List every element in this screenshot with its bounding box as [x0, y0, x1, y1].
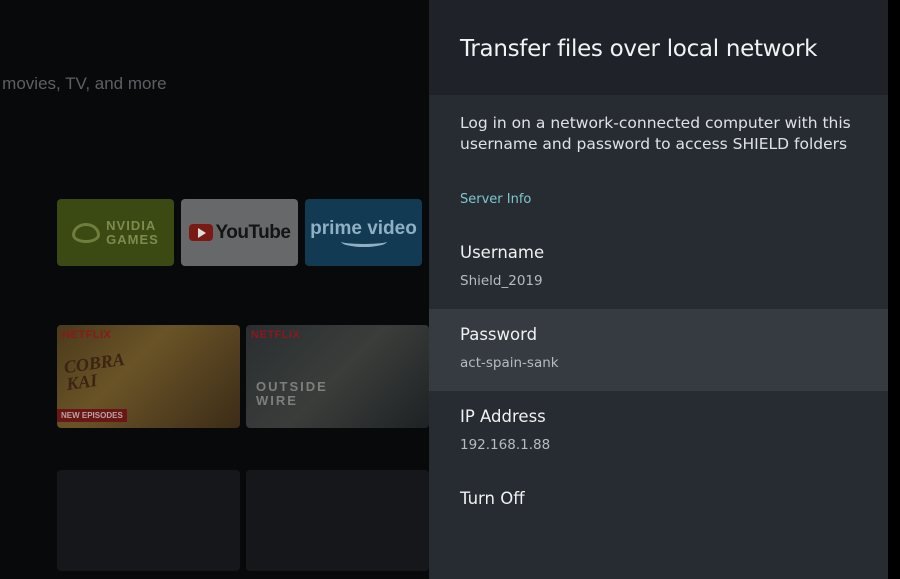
nvidia-logo-icon: [72, 222, 101, 243]
panel-description: Log in on a network-connected computer w…: [460, 114, 851, 153]
placeholder-tile[interactable]: [57, 470, 240, 571]
transfer-files-panel: Transfer files over local network Log in…: [429, 0, 888, 579]
panel-title: Transfer files over local network: [460, 36, 818, 62]
nvidia-logo-text: NVIDIA GAMES: [106, 217, 159, 247]
password-row[interactable]: Password act-spain-sank: [429, 309, 888, 391]
section-label-server-info: Server Info: [460, 192, 532, 207]
username-label: Username: [460, 243, 545, 262]
ip-address-label: IP Address: [460, 407, 546, 426]
youtube-logo-text: YouTube: [215, 221, 291, 243]
username-row[interactable]: Username Shield_2019: [429, 227, 888, 309]
netflix-badge: NETFLIX: [251, 329, 301, 341]
home-tagline: n movies, TV, and more: [0, 74, 167, 93]
app-tile-nvidia-games[interactable]: NVIDIA GAMES: [57, 199, 174, 266]
app-tile-youtube[interactable]: YouTube: [181, 199, 298, 266]
password-label: Password: [460, 325, 538, 344]
ip-address-row[interactable]: IP Address 192.168.1.88: [429, 391, 888, 473]
placeholder-tile[interactable]: [246, 470, 429, 571]
ip-address-value: 192.168.1.88: [460, 437, 551, 453]
panel-header: Transfer files over local network: [429, 0, 888, 95]
show-title-cobra-kai: COBRA KAI: [62, 348, 126, 395]
username-value: Shield_2019: [460, 273, 543, 289]
youtube-play-icon: [188, 224, 213, 241]
show-tile-cobra-kai[interactable]: NETFLIX COBRA KAI NEW EPISODES: [57, 325, 240, 428]
new-episodes-badge: NEW EPISODES: [57, 409, 127, 422]
netflix-badge: NETFLIX: [62, 329, 112, 341]
turn-off-label: Turn Off: [460, 489, 525, 508]
turn-off-row[interactable]: Turn Off: [429, 473, 888, 555]
password-value: act-spain-sank: [460, 355, 559, 371]
screen-edge: [888, 0, 900, 579]
show-title-outside-wire: OUTSIDE WIRE: [256, 379, 328, 408]
app-tile-prime-video[interactable]: prime video: [305, 199, 422, 266]
prime-smile-icon: [340, 236, 387, 247]
show-tile-outside-wire[interactable]: NETFLIX OUTSIDE WIRE: [246, 325, 429, 428]
